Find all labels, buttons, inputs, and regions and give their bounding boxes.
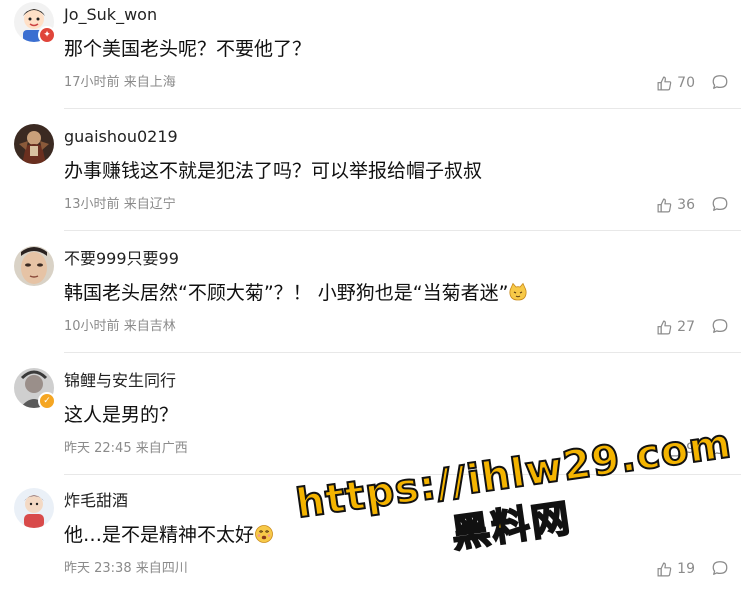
divider <box>64 230 741 231</box>
divider <box>64 474 741 475</box>
comment-username[interactable]: 锦鲤与安生同行 <box>64 371 176 391</box>
comment-meta: 昨天 23:38 来自四川 <box>64 560 188 578</box>
avatar-image <box>14 124 54 164</box>
avatar-image <box>14 488 54 528</box>
like-count: 70 <box>677 75 695 91</box>
cat-emoji-icon <box>509 282 527 301</box>
comment-username[interactable]: 不要999只要99 <box>64 249 179 269</box>
comment-text-content: 他…是不是精神不太好 <box>64 524 255 546</box>
comment-text: 办事赚钱这不就是犯法了吗？可以举报给帽子叔叔 <box>64 160 483 182</box>
comment-list: ✦ Jo_Suk_won 那个美国老头呢？不要他了？ 17小时前 来自上海 70 <box>0 0 741 594</box>
like-button[interactable]: 36 <box>656 195 695 215</box>
comment-meta: 昨天 22:45 来自广西 <box>64 440 188 458</box>
comment-time: 昨天 22:45 <box>64 441 132 456</box>
comment-item: 炸毛甜酒 他…是不是精神不太好 昨天 23:38 来自四川 19 <box>0 488 741 610</box>
comment-location: 来自上海 <box>123 75 176 90</box>
thumbs-up-icon <box>657 76 672 90</box>
comment-bubble-icon <box>712 197 728 211</box>
avatar[interactable] <box>14 246 54 286</box>
comment-text-content: 韩国老头居然“不顾大菊”？！ 小野狗也是“当菊者迷” <box>64 282 509 304</box>
comment-bubble-icon <box>712 441 728 455</box>
thumbs-up-icon <box>657 320 672 334</box>
comment-text: 这人是男的？ <box>64 404 179 426</box>
comment-item: guaishou0219 办事赚钱这不就是犯法了吗？可以举报给帽子叔叔 13小时… <box>0 124 741 246</box>
avatar-image <box>14 246 54 286</box>
comment-bubble-icon <box>712 319 728 333</box>
comment-meta: 17小时前 来自上海 <box>64 74 176 92</box>
comment-time: 13小时前 <box>64 197 120 212</box>
comment-time: 昨天 23:38 <box>64 561 132 576</box>
comment-meta: 13小时前 来自辽宁 <box>64 196 176 214</box>
comment-time: 10小时前 <box>64 319 120 334</box>
comment-username[interactable]: guaishou0219 <box>64 127 178 147</box>
divider <box>64 352 741 353</box>
comment-item: ✦ Jo_Suk_won 那个美国老头呢？不要他了？ 17小时前 来自上海 70 <box>0 2 741 124</box>
comment-text: 他…是不是精神不太好 <box>64 522 274 548</box>
reply-button[interactable] <box>711 73 729 91</box>
divider <box>64 108 741 109</box>
comment-location: 来自辽宁 <box>123 197 176 212</box>
comment-location: 来自吉林 <box>123 319 176 334</box>
like-count: 36 <box>677 197 695 213</box>
verified-badge-icon: ✦ <box>38 26 56 44</box>
verified-badge-icon: ✓ <box>38 392 56 410</box>
comment-time: 17小时前 <box>64 75 120 90</box>
dizzy-face-emoji-icon <box>255 525 273 543</box>
comment-meta: 10小时前 来自吉林 <box>64 318 176 336</box>
reply-button[interactable] <box>711 195 729 213</box>
thumbs-up-icon <box>657 198 672 212</box>
comment-username[interactable]: Jo_Suk_won <box>64 5 157 25</box>
comment-bubble-icon <box>712 561 728 575</box>
like-button[interactable]: 27 <box>656 317 695 337</box>
like-count: 9 <box>686 441 695 457</box>
comment-text: 韩国老头居然“不顾大菊”？！ 小野狗也是“当菊者迷” <box>64 280 528 306</box>
like-count: 27 <box>677 319 695 335</box>
comment-text: 那个美国老头呢？不要他了？ <box>64 38 312 60</box>
reply-button[interactable] <box>711 559 729 577</box>
avatar[interactable] <box>14 124 54 164</box>
comment-location: 来自四川 <box>135 561 188 576</box>
reply-button[interactable] <box>711 317 729 335</box>
comment-location: 来自广西 <box>135 441 188 456</box>
comment-item: ✓ 锦鲤与安生同行 这人是男的？ 昨天 22:45 来自广西 9 <box>0 368 741 490</box>
comment-username[interactable]: 炸毛甜酒 <box>64 491 128 511</box>
thumbs-up-icon <box>657 562 672 576</box>
like-button[interactable]: 19 <box>656 559 695 579</box>
comment-item: 不要999只要99 韩国老头居然“不顾大菊”？！ 小野狗也是“当菊者迷” 10小… <box>0 246 741 368</box>
thumbs-up-icon <box>666 442 681 456</box>
like-count: 19 <box>677 561 695 577</box>
reply-button[interactable] <box>711 439 729 457</box>
like-button[interactable]: 9 <box>665 439 695 459</box>
avatar[interactable] <box>14 488 54 528</box>
like-button[interactable]: 70 <box>656 73 695 93</box>
comment-bubble-icon <box>712 75 728 89</box>
